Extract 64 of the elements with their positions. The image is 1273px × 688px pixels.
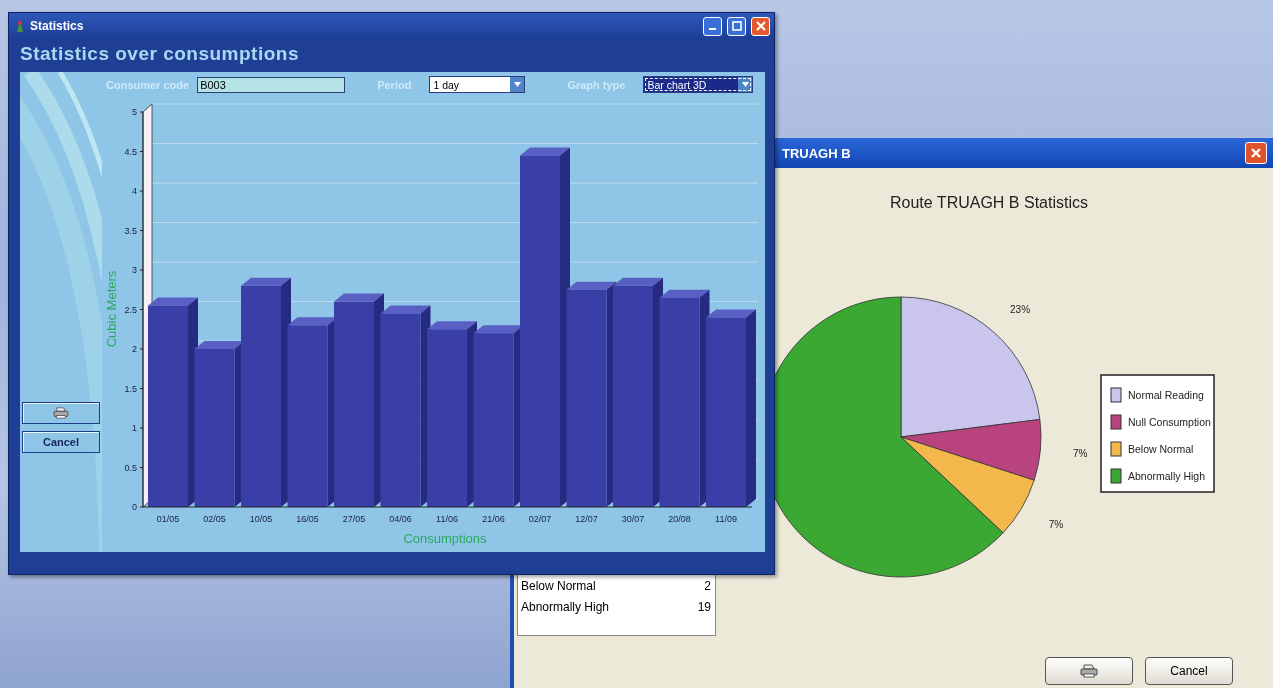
field-label: Period bbox=[377, 78, 412, 91]
consumer-code-field[interactable]: B003 bbox=[197, 76, 346, 93]
x-tick-label: 30/07 bbox=[621, 514, 645, 524]
row-count: 19 bbox=[697, 600, 711, 616]
printer-icon bbox=[53, 407, 69, 419]
x-tick-label: 27/05 bbox=[342, 514, 366, 524]
app-icon bbox=[15, 19, 25, 33]
y-tick-label: 0 bbox=[132, 502, 137, 512]
close-icon bbox=[755, 21, 766, 31]
minimize-icon bbox=[709, 28, 716, 30]
x-tick-label: 20/08 bbox=[668, 514, 691, 524]
minimize-button[interactable] bbox=[703, 16, 722, 36]
window-title: Statistics bbox=[30, 19, 84, 33]
chart-title: Route TRUAGH B Statistics bbox=[890, 194, 1088, 211]
y-tick-label: 3 bbox=[132, 265, 137, 275]
close-button[interactable] bbox=[1245, 142, 1267, 164]
field-label: Consumer code bbox=[106, 78, 190, 91]
x-tick-label: 02/07 bbox=[528, 514, 552, 524]
printer-icon bbox=[1080, 664, 1098, 678]
value-label: 7% bbox=[1048, 518, 1064, 530]
close-button[interactable] bbox=[751, 16, 770, 36]
x-tick-label: 11/06 bbox=[436, 514, 458, 524]
value-label: 23% bbox=[1010, 304, 1031, 316]
y-tick-label: 2 bbox=[132, 344, 137, 354]
maximize-button[interactable] bbox=[727, 16, 746, 36]
cancel-button[interactable]: Cancel bbox=[22, 431, 100, 453]
y-tick-label: 5 bbox=[132, 107, 137, 117]
x-tick-label: 11/09 bbox=[715, 514, 737, 524]
x-axis-title: Consumptions bbox=[403, 531, 487, 546]
x-tick-label: 04/06 bbox=[389, 514, 412, 524]
caret-icon bbox=[741, 82, 749, 87]
legend-label: Normal Reading bbox=[1128, 389, 1204, 401]
value-label: 7% bbox=[1072, 448, 1088, 459]
y-tick-label: 4.5 bbox=[124, 146, 137, 157]
close-icon bbox=[1250, 147, 1262, 159]
x-tick-label: 12/07 bbox=[575, 514, 598, 524]
row-count: 2 bbox=[704, 579, 711, 595]
window-heading: Statistics over consumptions bbox=[19, 42, 300, 66]
row-label: Abnormally High bbox=[521, 600, 610, 616]
caret-icon bbox=[513, 82, 521, 87]
window-title: TRUAGH B bbox=[782, 145, 852, 161]
legend-label: Null Consumption bbox=[1128, 416, 1211, 428]
x-tick-label: 10/05 bbox=[249, 514, 273, 524]
y-tick-label: 2.5 bbox=[124, 304, 137, 315]
y-tick-label: 1.5 bbox=[124, 383, 137, 394]
print-button[interactable] bbox=[22, 402, 100, 424]
y-axis-title: Cubic Meters bbox=[104, 270, 119, 348]
cancel-button[interactable]: Cancel bbox=[1145, 657, 1233, 685]
graph-type-dropdown[interactable]: Bar chart 3D bbox=[643, 76, 754, 93]
legend-label: Below Normal bbox=[1128, 443, 1194, 455]
y-tick-label: 4 bbox=[132, 186, 137, 196]
period-dropdown[interactable]: 1 day bbox=[429, 76, 526, 93]
y-tick-label: 0.5 bbox=[124, 462, 137, 473]
legend-label: Abnormally High bbox=[1128, 470, 1206, 482]
print-button[interactable] bbox=[1045, 657, 1133, 685]
y-tick-label: 1 bbox=[132, 423, 137, 433]
field-label: Graph type bbox=[567, 78, 626, 91]
maximize-icon bbox=[731, 21, 742, 31]
x-tick-label: 02/05 bbox=[203, 514, 226, 524]
x-tick-label: 21/06 bbox=[482, 514, 505, 524]
row-label: Below Normal bbox=[521, 579, 596, 595]
x-tick-label: 01/05 bbox=[156, 514, 180, 524]
x-tick-label: 16/05 bbox=[296, 514, 319, 524]
y-tick-label: 3.5 bbox=[124, 225, 137, 236]
